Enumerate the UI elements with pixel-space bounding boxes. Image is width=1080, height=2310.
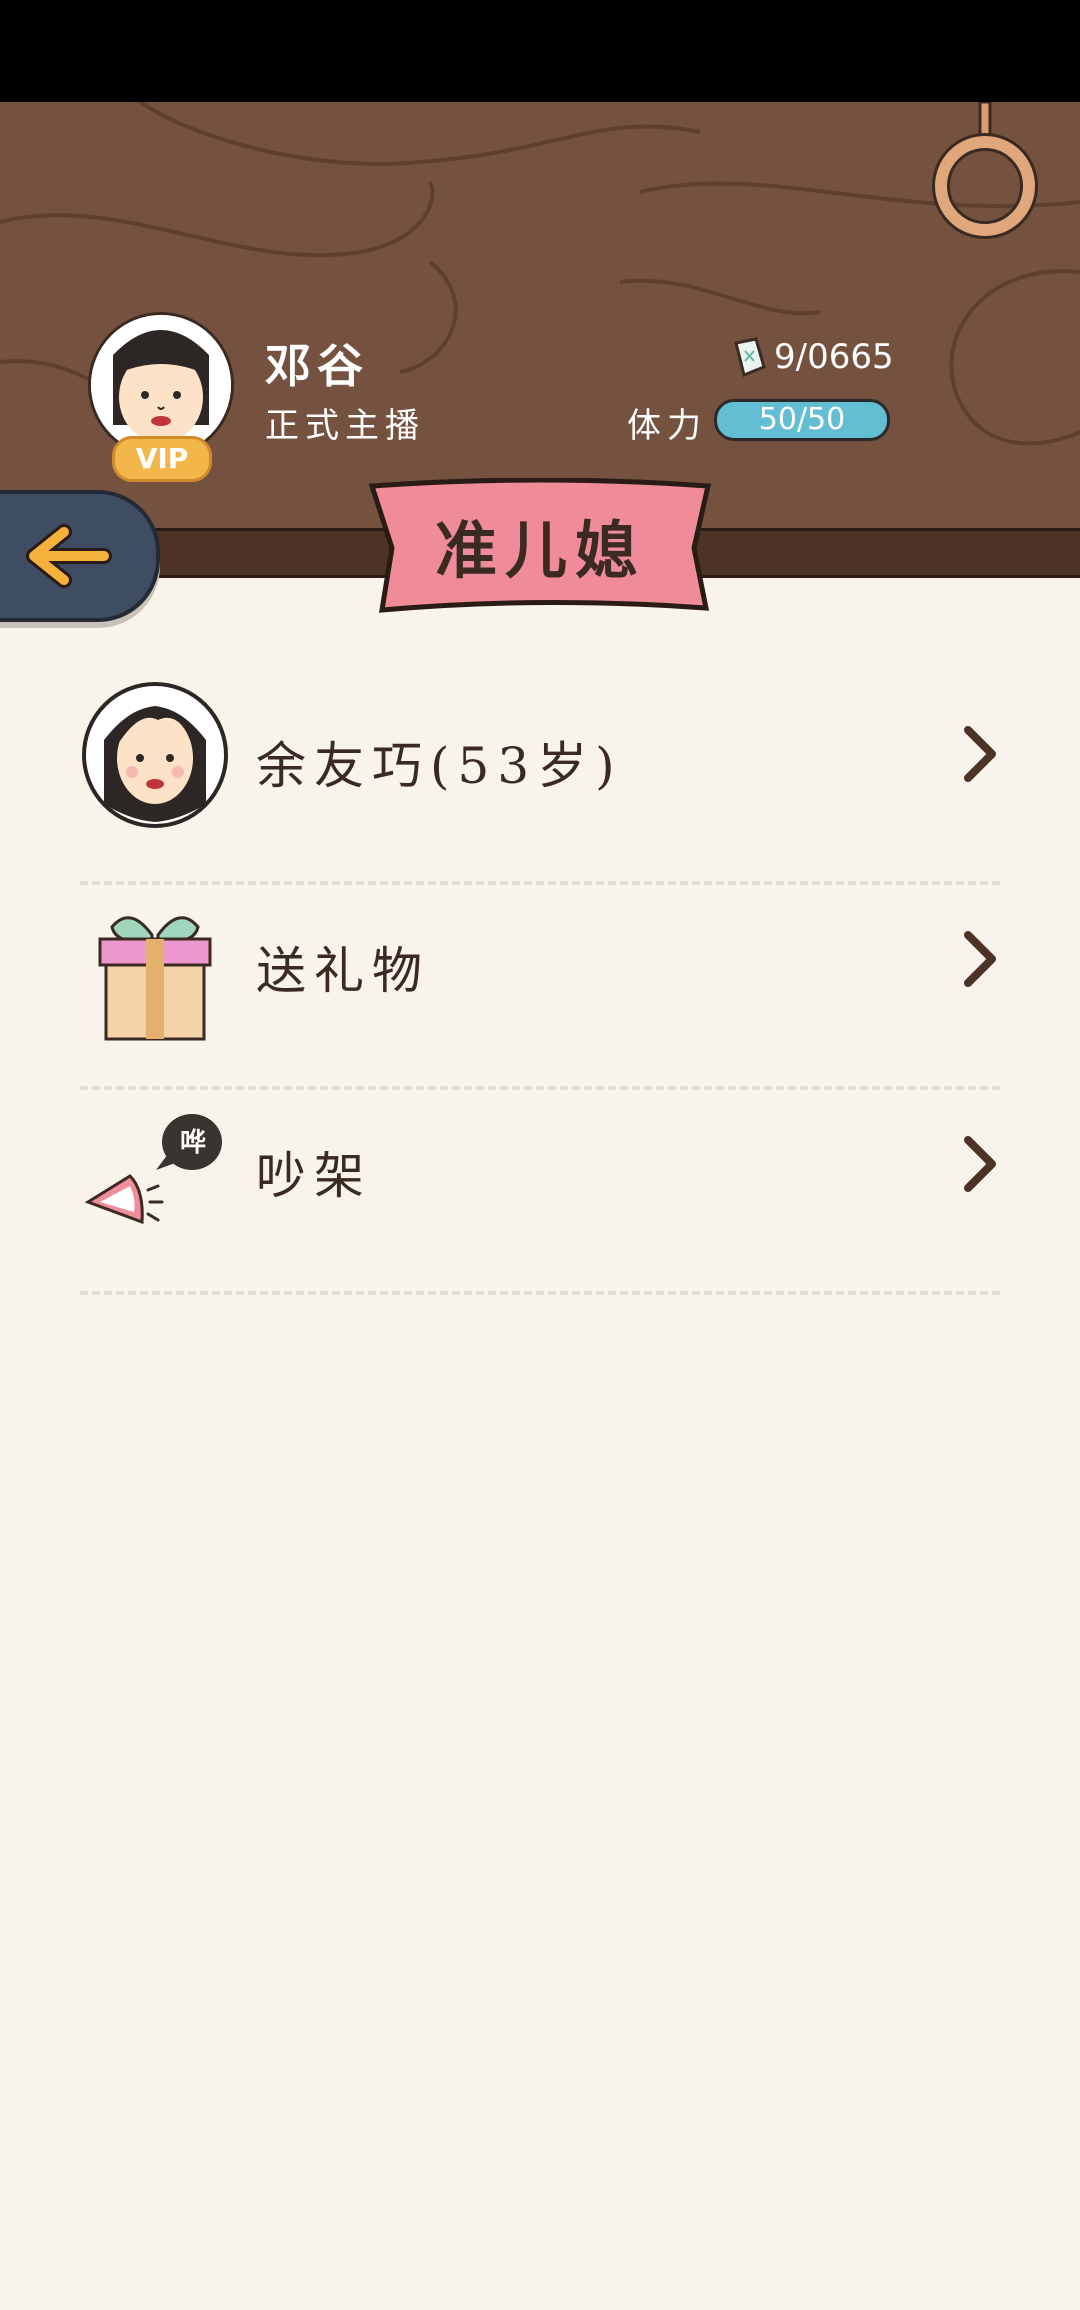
menu-item-send-gift[interactable]: 送礼物 bbox=[80, 885, 1000, 1090]
menu-item-label: 送礼物 bbox=[256, 942, 430, 1000]
stamina-label: 体力 bbox=[627, 406, 707, 446]
hanging-ring-icon bbox=[932, 102, 1038, 239]
gift-box-icon bbox=[98, 916, 212, 1041]
menu-item-quarrel[interactable]: 哗 吵架 bbox=[80, 1090, 1000, 1295]
ticket-icon bbox=[734, 337, 766, 377]
currency-display: 9/0665 bbox=[730, 335, 894, 379]
chevron-right-icon bbox=[964, 1136, 996, 1192]
girl-face-icon bbox=[91, 315, 231, 455]
woman-avatar-icon bbox=[82, 682, 228, 828]
back-arrow-icon bbox=[26, 524, 112, 588]
user-name: 邓谷 bbox=[265, 339, 369, 393]
menu-item-label: 余友巧(53岁) bbox=[256, 737, 623, 795]
stamina-bar: 50/50 bbox=[714, 399, 890, 441]
chevron-right-icon bbox=[964, 931, 996, 987]
page-title: 准儿媳 bbox=[434, 514, 645, 587]
shouting-mouth-icon bbox=[84, 1114, 222, 1225]
user-avatar[interactable]: VIP bbox=[88, 312, 234, 482]
menu-item-label: 吵架 bbox=[256, 1147, 372, 1205]
relationship-menu: 余友巧(53岁) 送礼物 哗 吵架 bbox=[80, 680, 1000, 1295]
back-button[interactable] bbox=[0, 490, 160, 622]
user-title: 正式主播 bbox=[265, 406, 425, 446]
coin-value: 9/0665 bbox=[774, 337, 894, 377]
menu-item-person[interactable]: 余友巧(53岁) bbox=[80, 680, 1000, 885]
chevron-right-icon bbox=[964, 726, 996, 782]
status-bar bbox=[0, 0, 1080, 102]
speech-bubble-text: 哗 bbox=[179, 1128, 206, 1158]
vip-badge: VIP bbox=[112, 436, 212, 482]
